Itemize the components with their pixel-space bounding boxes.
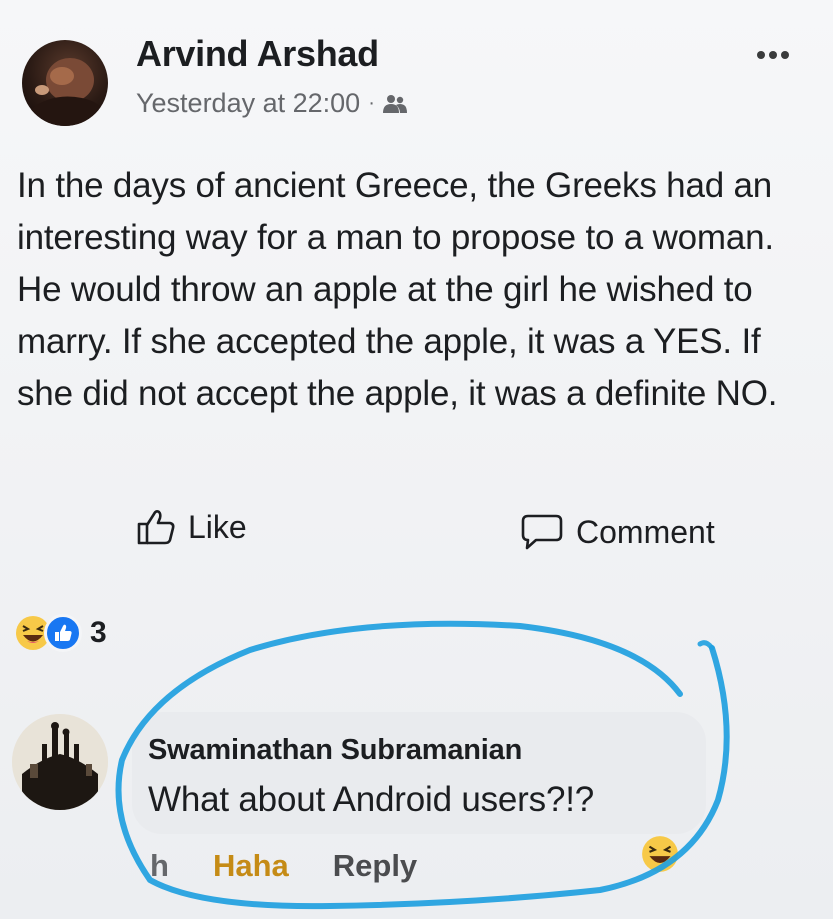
- comment-label: Comment: [576, 513, 715, 550]
- like-button[interactable]: Like: [136, 508, 247, 546]
- like-reaction-icon: [44, 614, 82, 652]
- author-avatar[interactable]: [22, 40, 108, 126]
- post-author-name[interactable]: Arvind Arshad: [136, 33, 379, 75]
- reaction-count: 3: [90, 616, 107, 649]
- meta-separator: ·: [368, 92, 375, 114]
- haha-reaction-link[interactable]: Haha: [213, 848, 289, 884]
- comment-text: What about Android users?!?: [148, 780, 594, 819]
- post-timestamp[interactable]: Yesterday at 22:00: [136, 88, 360, 119]
- reply-link[interactable]: Reply: [333, 848, 417, 884]
- commenter-name[interactable]: Swaminathan Subramanian: [148, 734, 522, 767]
- more-options-icon: [757, 51, 765, 59]
- post-meta: Yesterday at 22:00 ·: [136, 88, 407, 119]
- like-label: Like: [188, 508, 247, 545]
- thumbs-up-icon: [137, 510, 175, 545]
- comment-actions: h Haha Reply: [150, 848, 417, 884]
- comment-button[interactable]: Comment: [520, 512, 715, 552]
- haha-reaction-icon[interactable]: [640, 834, 680, 874]
- friends-icon: [382, 94, 407, 113]
- author-avatar-image: [22, 58, 108, 126]
- more-options-icon: [769, 51, 777, 59]
- post-body-text: In the days of ancient Greece, the Greek…: [17, 166, 778, 413]
- commenter-avatar-image: [12, 714, 108, 810]
- reactions-summary[interactable]: 3: [14, 614, 107, 652]
- facebook-post-card: Arvind Arshad Yesterday at 22:00 · In th…: [0, 0, 833, 919]
- comment-time[interactable]: h: [150, 848, 169, 884]
- speech-bubble-icon: [521, 514, 563, 550]
- commenter-avatar[interactable]: [12, 714, 108, 810]
- more-options-button[interactable]: [748, 44, 798, 66]
- more-options-icon: [781, 51, 789, 59]
